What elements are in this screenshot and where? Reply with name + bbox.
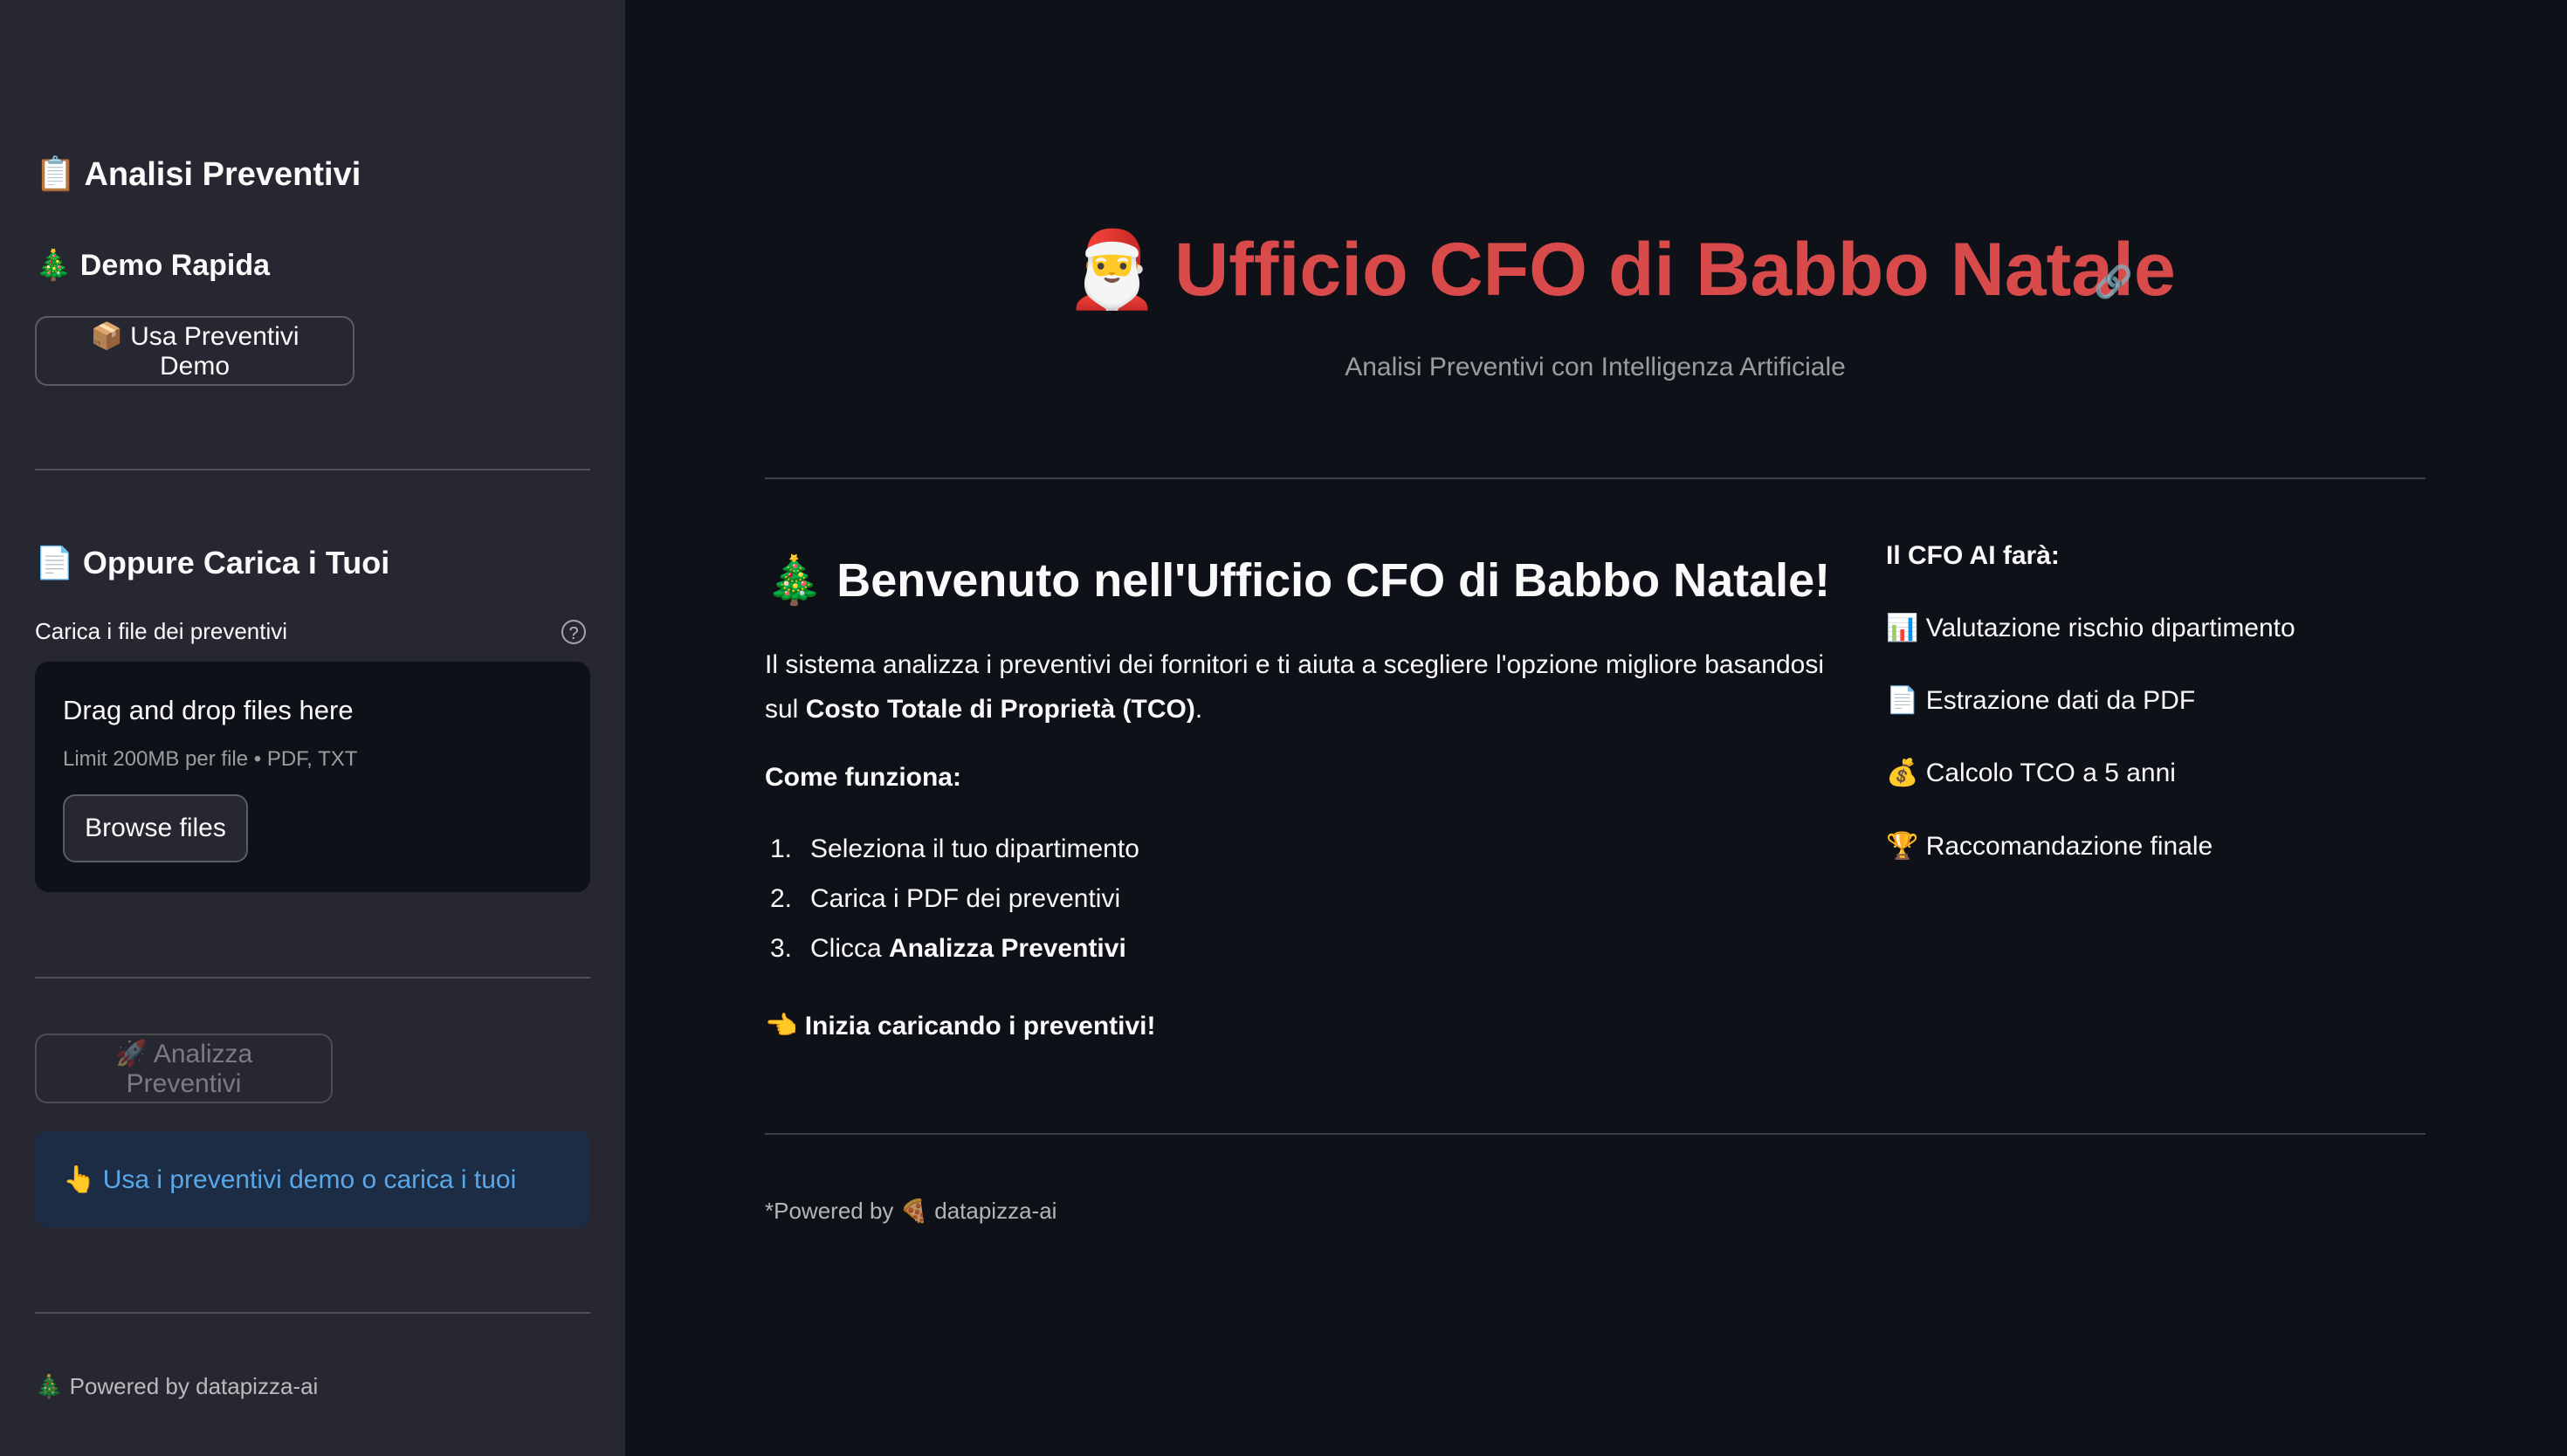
step-text: Clicca bbox=[810, 934, 890, 963]
use-demo-button[interactable]: 📦 Usa Preventivi Demo bbox=[35, 316, 354, 386]
ai-features-heading: Il CFO AI farà: bbox=[1886, 541, 2060, 570]
list-item: 2. Carica i PDF dei preventivi bbox=[765, 884, 1139, 934]
feature-item: 📄 Estrazione dati da PDF bbox=[1886, 686, 2196, 715]
list-item: 1. Seleziona il tuo dipartimento bbox=[765, 834, 1139, 884]
welcome-heading: 🎄 Benvenuto nell'Ufficio CFO di Babbo Na… bbox=[765, 554, 1831, 607]
analyze-button[interactable]: 🚀 Analizza Preventivi bbox=[35, 1034, 333, 1103]
dropzone-title: Drag and drop files here bbox=[63, 695, 354, 725]
step-bold: Analizza Preventivi bbox=[889, 934, 1126, 963]
step-text: Seleziona il tuo dipartimento bbox=[810, 834, 1139, 863]
main-divider bbox=[765, 477, 2426, 479]
step-text: Carica i PDF dei preventivi bbox=[810, 884, 1121, 913]
page-subtitle: Analisi Preventivi con Intelligenza Arti… bbox=[1345, 353, 1846, 381]
santa-icon: 🎅 bbox=[1065, 228, 1160, 312]
sidebar-title: 📋 Analisi Preventivi bbox=[35, 156, 361, 193]
intro-text-end: . bbox=[1194, 695, 1203, 724]
page-title-text: Ufficio CFO di Babbo Natale bbox=[1174, 228, 2176, 312]
demo-heading: 🎄 Demo Rapida bbox=[35, 249, 271, 282]
sidebar-divider bbox=[35, 469, 590, 470]
file-dropzone[interactable]: Drag and drop files here Limit 200MB per… bbox=[35, 662, 590, 892]
dropzone-limit: Limit 200MB per file • PDF, TXT bbox=[63, 747, 358, 771]
upload-heading: 📄 Oppure Carica i Tuoi bbox=[35, 545, 390, 580]
how-heading: Come funziona: bbox=[765, 763, 961, 792]
sidebar: 📋 Analisi Preventivi 🎄 Demo Rapida 📦 Usa… bbox=[0, 0, 625, 1456]
main-divider bbox=[765, 1133, 2426, 1135]
list-item: 3. Clicca Analizza Preventivi bbox=[765, 934, 1139, 984]
info-message: 👆 Usa i preventivi demo o carica i tuoi bbox=[35, 1131, 590, 1227]
step-number: 2. bbox=[770, 884, 793, 913]
intro-text: Il sistema analizza i preventivi dei for… bbox=[765, 642, 1848, 731]
sidebar-divider bbox=[35, 1312, 590, 1314]
browse-files-button[interactable]: Browse files bbox=[63, 794, 248, 862]
intro-text-bold: Costo Totale di Proprietà (TCO) bbox=[805, 695, 1195, 724]
upload-label: Carica i file dei preventivi bbox=[35, 618, 288, 644]
feature-item: 📊 Valutazione rischio dipartimento bbox=[1886, 614, 2295, 642]
main-footer: *Powered by 🍕 datapizza-ai bbox=[765, 1198, 1057, 1224]
step-number: 3. bbox=[770, 934, 793, 963]
step-number: 1. bbox=[770, 834, 793, 863]
start-hint: 👈 Inizia caricando i preventivi! bbox=[765, 1012, 1156, 1040]
steps-list: 1. Seleziona il tuo dipartimento 2. Carica… bbox=[765, 834, 1139, 984]
feature-item: 💰 Calcolo TCO a 5 anni bbox=[1886, 759, 2176, 787]
sidebar-footer: 🎄 Powered by datapizza-ai bbox=[35, 1373, 319, 1399]
sidebar-divider bbox=[35, 977, 590, 979]
help-icon[interactable]: ? bbox=[561, 620, 586, 644]
link-icon[interactable]: 🔗 bbox=[2094, 264, 2133, 300]
page-title: 🎅 Ufficio CFO di Babbo Natale bbox=[1065, 225, 2176, 313]
feature-item: 🏆 Raccomandazione finale bbox=[1886, 832, 2213, 861]
